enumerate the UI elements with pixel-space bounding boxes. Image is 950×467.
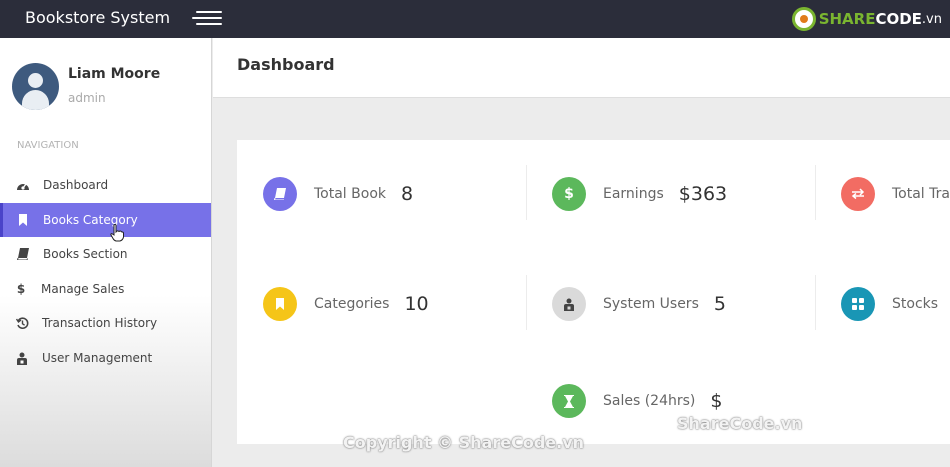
sidebar-item-label: User Management <box>42 351 153 365</box>
dollar-icon: $ <box>552 177 586 211</box>
menu-toggle-icon[interactable] <box>192 10 222 26</box>
divider <box>526 165 527 220</box>
bookmark-icon <box>263 287 297 321</box>
divider <box>815 165 816 220</box>
dashboard-icon <box>16 178 30 192</box>
stat-stocks[interactable]: Stocks <box>841 287 950 321</box>
app-title[interactable]: Bookstore System <box>25 8 170 27</box>
stat-value: 10 <box>404 293 429 315</box>
sidebar: Liam Moore admin NAVIGATION Dashboard Bo… <box>0 38 212 467</box>
stat-sales-24hrs[interactable]: Sales (24hrs) $ <box>552 384 722 418</box>
stat-value: $ <box>710 390 723 412</box>
watermark-copyright: Copyright © ShareCode.vn <box>343 433 585 452</box>
mouse-cursor-icon <box>110 224 125 242</box>
nav-section-title: NAVIGATION <box>17 140 79 151</box>
sidebar-item-label: Transaction History <box>42 316 158 330</box>
stat-label: System Users <box>603 296 699 312</box>
stat-label: Total Book <box>314 186 386 202</box>
exchange-icon <box>841 177 875 211</box>
sidebar-item-manage-sales[interactable]: $ Manage Sales <box>0 272 211 306</box>
grid-icon <box>841 287 875 321</box>
hourglass-icon <box>552 384 586 418</box>
sharecode-logo: SHARE CODE .vn <box>791 7 942 31</box>
user-name: Liam Moore <box>68 66 161 82</box>
page-header: Dashboard <box>213 38 950 98</box>
book-icon <box>16 247 30 261</box>
sidebar-item-user-management[interactable]: User Management <box>0 341 211 375</box>
stat-label: Earnings <box>603 186 664 202</box>
stat-label: Stocks <box>892 296 939 312</box>
stats-panel: Total Book 8 $ Earnings $363 Total Tra C… <box>237 140 950 444</box>
sidebar-item-dashboard[interactable]: Dashboard <box>0 168 211 202</box>
stat-system-users[interactable]: System Users 5 <box>552 287 726 321</box>
stat-total-book[interactable]: Total Book 8 <box>263 177 413 211</box>
sidebar-item-books-section[interactable]: Books Section <box>0 237 211 271</box>
sidebar-item-label: Dashboard <box>43 178 109 192</box>
stat-label: Total Tra <box>892 186 950 202</box>
user-role: admin <box>68 91 106 105</box>
dollar-icon: $ <box>16 282 26 296</box>
sidebar-item-label: Books Section <box>43 247 128 261</box>
history-icon <box>15 316 29 330</box>
watermark-text: ShareCode.vn <box>677 414 803 433</box>
book-icon <box>263 177 297 211</box>
sharecode-logo-icon <box>791 7 816 31</box>
stat-total-transactions[interactable]: Total Tra <box>841 177 950 211</box>
stat-label: Categories <box>314 296 390 312</box>
page-title: Dashboard <box>237 55 335 74</box>
bookmark-icon <box>16 213 30 227</box>
top-navbar: Bookstore System SHARE CODE .vn <box>0 0 950 38</box>
sidebar-item-books-category[interactable]: Books Category <box>0 203 211 237</box>
stat-value: $363 <box>678 183 728 205</box>
divider <box>526 275 527 330</box>
sidebar-item-label: Manage Sales <box>41 282 125 296</box>
stat-value: 5 <box>713 293 726 315</box>
stat-earnings[interactable]: $ Earnings $363 <box>552 177 727 211</box>
stat-value: 8 <box>401 183 414 205</box>
user-lock-icon <box>15 351 29 365</box>
user-lock-icon <box>552 287 586 321</box>
divider <box>815 275 816 330</box>
avatar[interactable] <box>12 63 59 110</box>
stat-categories[interactable]: Categories 10 <box>263 287 429 321</box>
stat-label: Sales (24hrs) <box>603 393 696 409</box>
sidebar-item-transaction-history[interactable]: Transaction History <box>0 306 211 340</box>
